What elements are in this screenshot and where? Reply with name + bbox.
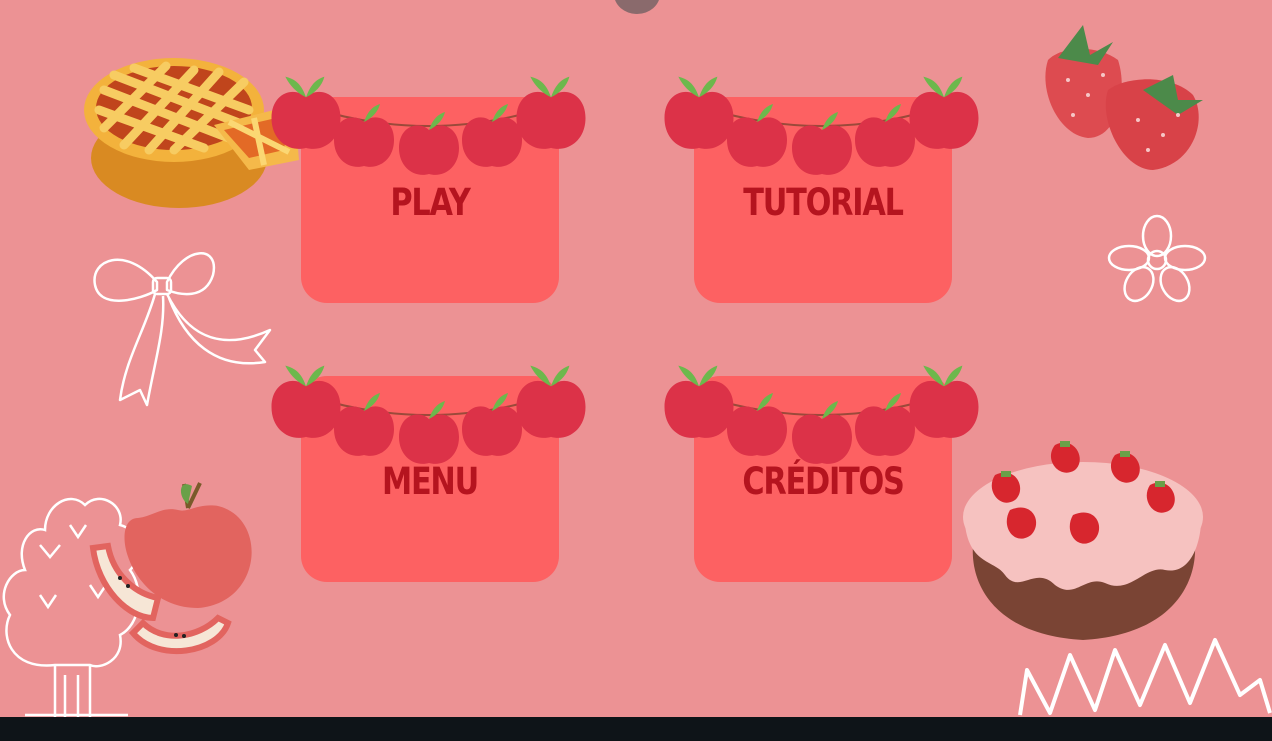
garland-apple-icon [516,76,586,149]
apple-garland-icon [664,365,979,464]
garland-apple-icon [664,76,734,149]
apple-pie-icon [84,58,299,208]
apple-icon [89,482,252,655]
garland-apple-icon [855,104,915,167]
garland-apple-icon [271,365,341,438]
garland-apple-icon [399,112,459,175]
ribbon-bow-icon [93,252,272,407]
garland-apple-icon [271,76,341,149]
garland-apple-icon [792,401,852,464]
garland-apple-icon [727,104,787,167]
tutorial-label: TUTORIAL [743,181,904,224]
menu-label: MENU [381,460,479,503]
garland-apple-icon [664,365,734,438]
strawberries-icon [1045,25,1203,170]
apple-garland-icon [271,76,586,175]
bottom-bar [0,717,1272,741]
creditos-label: CRÉDITOS [742,460,905,503]
garland-apple-icon [855,393,915,456]
garland-apple-icon [462,393,522,456]
play-label: PLAY [390,181,470,224]
garland-apple-icon [516,365,586,438]
top-knob-icon [614,0,660,14]
garland-apple-icon [909,365,979,438]
strawberry-cake-icon [963,441,1203,640]
flower-icon [1107,214,1207,303]
garland-apple-icon [399,401,459,464]
garland-apple-icon [909,76,979,149]
garland-apple-icon [792,112,852,175]
main-menu-screen: PLAY TUTORIAL MENU CRÉDITOS [0,0,1272,717]
scribble-icon [1018,638,1272,716]
garland-apple-icon [462,104,522,167]
apple-garland-icon [271,365,586,464]
garland-apple-icon [334,393,394,456]
garland-apple-icon [334,104,394,167]
garland-apple-icon [727,393,787,456]
apple-garland-icon [664,76,979,175]
